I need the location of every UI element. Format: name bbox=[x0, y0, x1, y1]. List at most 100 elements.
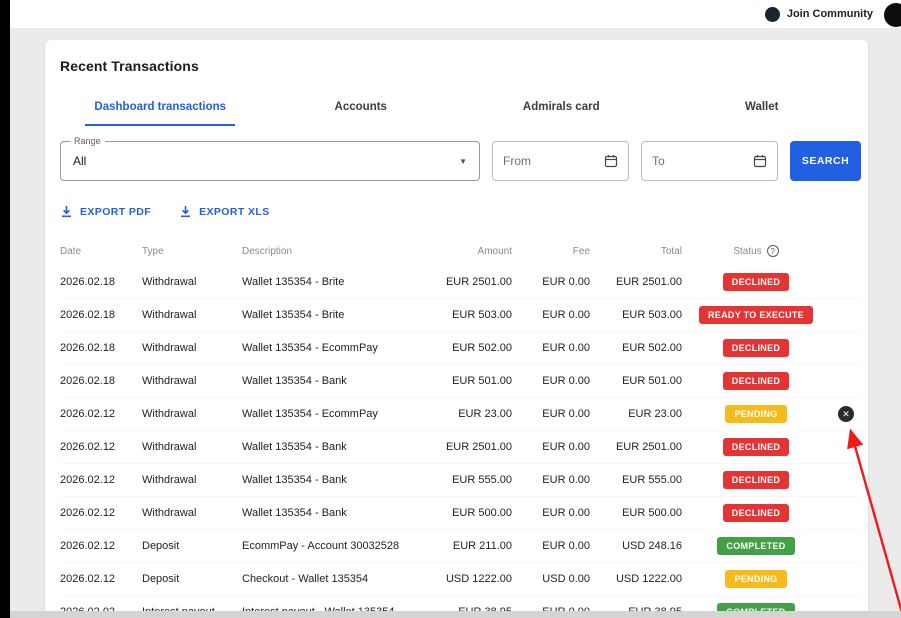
cell-fee: EUR 0.00 bbox=[542, 309, 590, 321]
status-badge: DECLINED bbox=[722, 471, 790, 489]
table-row: 2026.02.12 Withdrawal Wallet 135354 - Bank… bbox=[60, 431, 862, 464]
from-date-placeholder: From bbox=[503, 154, 531, 168]
cell-type: Withdrawal bbox=[142, 507, 197, 519]
cell-status: DECLINED bbox=[682, 273, 830, 291]
cell-date: 2026.02.12 bbox=[60, 408, 116, 420]
cell-total: EUR 555.00 bbox=[622, 474, 682, 486]
cell-status: COMPLETED bbox=[682, 537, 830, 555]
to-date-placeholder: To bbox=[652, 154, 665, 168]
cell-total: EUR 503.00 bbox=[622, 309, 682, 321]
status-badge: DECLINED bbox=[722, 339, 790, 357]
cell-amount: EUR 211.00 bbox=[452, 540, 512, 552]
cell-amount: EUR 502.00 bbox=[452, 342, 512, 354]
cell-status: PENDING bbox=[682, 405, 830, 423]
range-select[interactable]: Range All ▼ bbox=[60, 136, 480, 181]
header-fee: Fee bbox=[572, 245, 590, 257]
header-total: Total bbox=[660, 245, 682, 257]
cell-date: 2026.02.18 bbox=[60, 309, 116, 321]
cell-date: 2026.02.12 bbox=[60, 540, 116, 552]
calendar-icon[interactable] bbox=[753, 154, 767, 168]
cell-date: 2026.02.12 bbox=[60, 441, 116, 453]
cell-type: Withdrawal bbox=[142, 441, 197, 453]
calendar-icon[interactable] bbox=[604, 154, 618, 168]
cell-fee: USD 0.00 bbox=[542, 573, 590, 585]
cell-fee: EUR 0.00 bbox=[542, 276, 590, 288]
user-avatar[interactable] bbox=[884, 3, 901, 27]
cell-total: EUR 2501.00 bbox=[615, 276, 682, 288]
cancel-transaction-button[interactable]: ✕ bbox=[838, 406, 854, 422]
table-body: 2026.02.18 Withdrawal Wallet 135354 - Brit… bbox=[60, 266, 862, 618]
cell-total: EUR 23.00 bbox=[628, 408, 682, 420]
range-select-value: All bbox=[73, 154, 87, 168]
table-row: 2026.02.12 Deposit EcommPay - Account 3003… bbox=[60, 530, 862, 563]
cell-fee: EUR 0.00 bbox=[542, 507, 590, 519]
cell-type: Withdrawal bbox=[142, 342, 197, 354]
tab-wallet[interactable]: Wallet bbox=[662, 90, 863, 126]
cell-type: Withdrawal bbox=[142, 408, 197, 420]
cell-total: EUR 500.00 bbox=[622, 507, 682, 519]
cell-total: EUR 502.00 bbox=[622, 342, 682, 354]
status-badge: COMPLETED bbox=[717, 537, 795, 555]
status-badge: DECLINED bbox=[722, 273, 790, 291]
filter-bar: Range All ▼ From To SEARCH bbox=[60, 136, 862, 181]
cell-fee: EUR 0.00 bbox=[542, 342, 590, 354]
cell-description: Wallet 135354 - Bank bbox=[242, 441, 347, 453]
status-badge: PENDING bbox=[725, 405, 787, 423]
status-badge: READY TO EXECUTE bbox=[699, 306, 813, 324]
table-row: 2026.02.12 Deposit Checkout - Wallet 13535… bbox=[60, 563, 862, 596]
cell-type: Deposit bbox=[142, 540, 180, 552]
cell-total: EUR 501.00 bbox=[622, 375, 682, 387]
header-status: Status ? bbox=[682, 245, 830, 257]
cell-amount: USD 1222.00 bbox=[445, 573, 512, 585]
cell-description: EcommPay - Account 30032528 bbox=[242, 540, 400, 552]
search-button[interactable]: SEARCH bbox=[790, 141, 861, 181]
to-date-input[interactable]: To bbox=[641, 141, 778, 181]
cell-description: Checkout - Wallet 135354 bbox=[242, 573, 369, 585]
export-xls-button[interactable]: EXPORT XLS bbox=[179, 205, 270, 218]
table-row: 2026.02.12 Withdrawal Wallet 135354 - Bank… bbox=[60, 464, 862, 497]
cell-type: Deposit bbox=[142, 573, 180, 585]
tab-dashboard-transactions[interactable]: Dashboard transactions bbox=[60, 90, 261, 126]
join-community-button[interactable]: Join Community bbox=[764, 6, 873, 22]
range-select-label: Range bbox=[70, 136, 105, 146]
table-row: 2026.02.18 Withdrawal Wallet 135354 - Brit… bbox=[60, 266, 862, 299]
export-row: EXPORT PDF EXPORT XLS bbox=[60, 205, 862, 218]
cell-description: Wallet 135354 - EcommPay bbox=[242, 408, 378, 420]
horizontal-scrollbar[interactable] bbox=[10, 611, 901, 618]
cell-date: 2026.02.18 bbox=[60, 342, 116, 354]
status-badge: DECLINED bbox=[722, 372, 790, 390]
cell-total: USD 248.16 bbox=[622, 540, 682, 552]
left-edge-strip bbox=[0, 0, 10, 618]
header-amount: Amount bbox=[477, 245, 512, 257]
header-type: Type bbox=[142, 245, 164, 257]
table-row: 2026.02.18 Withdrawal Wallet 135354 - Ecom… bbox=[60, 332, 862, 365]
cell-fee: EUR 0.00 bbox=[542, 474, 590, 486]
cell-total: USD 1222.00 bbox=[615, 573, 682, 585]
export-xls-label: EXPORT XLS bbox=[199, 205, 270, 218]
cell-status: DECLINED bbox=[682, 372, 830, 390]
export-pdf-button[interactable]: EXPORT PDF bbox=[60, 205, 151, 218]
cell-status: DECLINED bbox=[682, 438, 830, 456]
tab-accounts[interactable]: Accounts bbox=[261, 90, 462, 126]
cell-amount: EUR 501.00 bbox=[452, 375, 512, 387]
status-badge: DECLINED bbox=[722, 438, 790, 456]
join-community-label: Join Community bbox=[786, 8, 873, 20]
topbar: Join Community bbox=[10, 0, 901, 28]
cell-fee: EUR 0.00 bbox=[542, 375, 590, 387]
cell-status: PENDING bbox=[682, 570, 830, 588]
chevron-down-icon: ▼ bbox=[459, 156, 467, 166]
header-date: Date bbox=[60, 245, 82, 257]
download-icon bbox=[181, 206, 191, 218]
transactions-table: Date Type Description Amount Fee Total S… bbox=[60, 236, 862, 618]
cell-description: Wallet 135354 - Brite bbox=[242, 276, 345, 288]
cell-amount: EUR 555.00 bbox=[452, 474, 512, 486]
from-date-input[interactable]: From bbox=[492, 141, 629, 181]
tab-admirals-card[interactable]: Admirals card bbox=[461, 90, 662, 126]
cell-amount: EUR 23.00 bbox=[458, 408, 512, 420]
status-help-icon[interactable]: ? bbox=[766, 245, 779, 257]
cell-date: 2026.02.12 bbox=[60, 474, 116, 486]
download-icon bbox=[62, 206, 71, 218]
cell-description: Wallet 135354 - Brite bbox=[242, 309, 345, 321]
cell-amount: EUR 2501.00 bbox=[445, 276, 512, 288]
cell-amount: EUR 503.00 bbox=[452, 309, 512, 321]
